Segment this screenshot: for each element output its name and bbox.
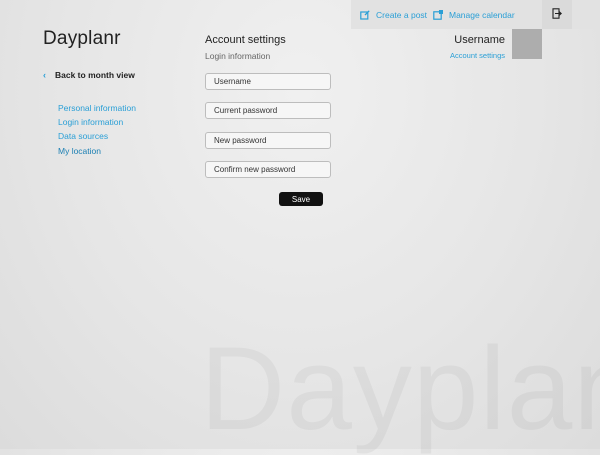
create-post-button[interactable]: Create a post [360, 0, 427, 29]
nav-item-login-information[interactable]: Login information [58, 115, 136, 129]
page-title: Account settings [205, 34, 286, 46]
manage-calendar-button[interactable]: Manage calendar [433, 0, 515, 29]
save-button[interactable]: Save [279, 192, 323, 206]
current-password-field[interactable] [205, 102, 331, 119]
logout-button[interactable] [542, 0, 572, 29]
settings-nav: Personal information Login information D… [58, 101, 136, 158]
confirm-password-field[interactable] [205, 161, 331, 178]
app-logo: Dayplanr [43, 28, 121, 49]
calendar-edit-icon [433, 9, 443, 20]
username-field[interactable] [205, 73, 331, 90]
new-password-field[interactable] [205, 132, 331, 149]
back-to-month-view-link[interactable]: ‹ Back to month view [43, 70, 135, 80]
logout-icon [552, 6, 562, 24]
watermark-logo: Dayplanr [200, 330, 600, 448]
nav-item-data-sources[interactable]: Data sources [58, 129, 136, 143]
avatar[interactable] [512, 29, 542, 59]
account-username: Username [454, 34, 505, 46]
nav-item-my-location[interactable]: My location [58, 144, 136, 158]
back-label: Back to month view [55, 70, 135, 80]
account-settings-link[interactable]: Account settings [450, 51, 505, 60]
create-post-label: Create a post [376, 9, 428, 20]
manage-calendar-label: Manage calendar [449, 9, 515, 20]
edit-square-icon [360, 9, 370, 20]
chevron-left-icon: ‹ [43, 70, 46, 80]
section-subtitle: Login information [205, 51, 271, 61]
nav-item-personal-information[interactable]: Personal information [58, 101, 136, 115]
